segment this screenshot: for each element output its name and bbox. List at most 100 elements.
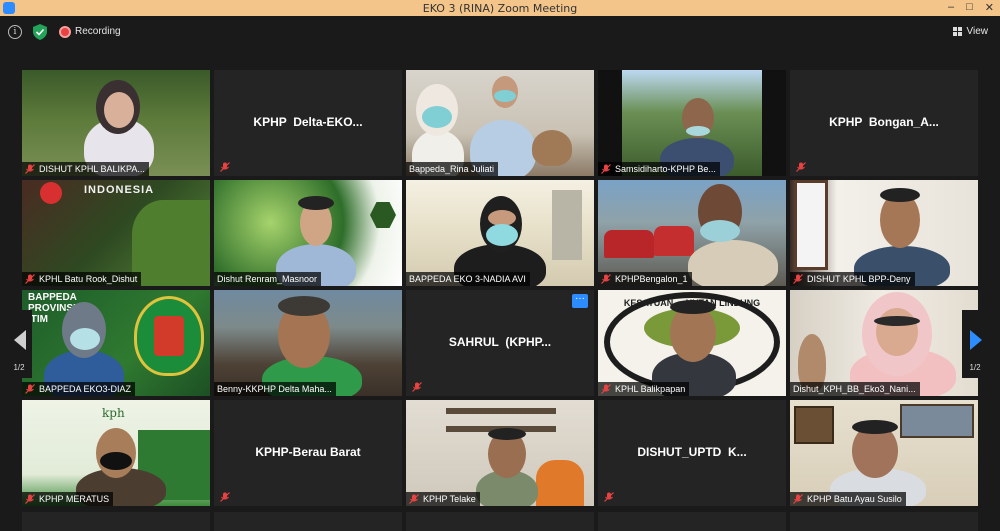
window-title: EKO 3 (RINA) Zoom Meeting [422,1,578,15]
window-titlebar: EKO 3 (RINA) Zoom Meeting – □ ✕ [0,0,1000,16]
mic-muted-icon [25,384,35,394]
view-label: View [966,26,989,37]
chevron-left-icon [14,330,26,350]
participant-tile-active-speaker[interactable]: BAPPEDA EKO 3-NADIA AVI [406,180,594,286]
participant-name: Dishut_KPH_BB_Eko3_Nani... [793,384,916,394]
participant-tile[interactable]: Dishut Renram_Masnoor [214,180,402,286]
participant-nameplate: KPHP MERATUS [22,492,114,506]
participant-name: SAHRUL (KPHP... [448,335,552,349]
participant-video [22,70,210,176]
participant-tile[interactable]: Dishut_KPH_BB_Eko3_Nani... [790,290,978,396]
participant-video [406,180,594,286]
participant-tile[interactable]: Bappeda_Rina Juliati [406,70,594,176]
participant-nameplate: KPHP Batu Ayau Susilo [790,492,906,506]
participant-nameplate: Dishut_KPH_BB_Eko3_Nani... [790,382,920,396]
participant-name: DISHUT KPHL BPP-Deny [807,274,911,284]
participant-name: Benny-KKPHP Delta Maha... [217,384,332,394]
close-icon[interactable]: ✕ [985,1,994,14]
recording-label: Recording [75,26,121,37]
participant-nameplate: DISHUT KPHL BPP-Deny [790,272,915,286]
previous-page-button[interactable]: 1/2 [6,310,32,378]
participant-nameplate: Benny-KKPHP Delta Maha... [214,382,336,396]
participant-tile[interactable]: kph KPHP MERATUS [22,400,210,506]
participant-nameplate: Dishut Renram_Masnoor [214,272,322,286]
meeting-topbar: i Recording View [0,16,1000,48]
participant-name: KPHP-Berau Barat [255,445,361,459]
participant-name: KPHP Telake [423,494,476,504]
overlay-text: kph [102,406,125,420]
next-row-peek [22,512,978,531]
page-indicator: 1/2 [13,363,25,372]
participant-tile[interactable]: DISHUT KPHL BALIKPA... [22,70,210,176]
participant-tile[interactable]: KESATUAN ... HUTAN LINDUNG KPHL Balikpap… [598,290,786,396]
participant-name: Bappeda_Rina Juliati [409,164,495,174]
mic-muted-icon [601,274,611,284]
participant-nameplate: KPHL Balikpapan [598,382,690,396]
participant-nameplate: KPHPBengalon_1 [598,272,692,286]
participant-nameplate: KPHP Telake [406,492,480,506]
mic-muted-icon [412,382,422,392]
info-icon[interactable]: i [8,25,22,39]
mic-muted-icon [601,164,611,174]
participant-nameplate: Bappeda_Rina Juliati [406,162,499,176]
view-button[interactable]: View [952,26,989,37]
participant-tile[interactable]: DISHUT_UPTD K... [598,400,786,506]
participant-tile[interactable]: BAPPEDA PROVINSI .TIM BAPPEDA EKO3-DIAZ [22,290,210,396]
participant-name: BAPPEDA EKO3-DIAZ [39,384,132,394]
maximize-icon[interactable]: □ [966,1,973,14]
participant-video [790,180,978,286]
participant-name: KPHL Balikpapan [615,384,686,394]
participant-tile[interactable]: KPHP-Berau Barat [214,400,402,506]
shield-icon[interactable] [33,24,47,40]
minimize-icon[interactable]: – [948,1,954,14]
participant-video [598,180,786,286]
window-controls: – □ ✕ [948,1,994,14]
mic-muted-icon [793,274,803,284]
participant-video [406,70,594,176]
mic-muted-icon [604,492,614,502]
gallery-grid-icon [952,27,962,36]
next-page-button[interactable]: 1/2 [962,310,988,378]
more-options-button[interactable]: ··· [572,294,588,308]
participant-nameplate: BAPPEDA EKO 3-NADIA AVI [406,272,530,286]
participant-name: DISHUT_UPTD K... [637,445,747,459]
participant-tile[interactable]: KPHP Delta-EKO... [214,70,402,176]
participant-name: Samsidiharto-KPHP Be... [615,164,716,174]
participant-nameplate: Samsidiharto-KPHP Be... [598,162,720,176]
participant-name: KPHP Bongan_A... [829,115,939,129]
participant-name: DISHUT KPHL BALIKPA... [39,164,145,174]
participant-tile[interactable]: KPHP Telake [406,400,594,506]
participant-video: BAPPEDA PROVINSI .TIM [22,290,210,396]
mic-muted-icon [793,494,803,504]
participant-tile[interactable]: DISHUT KPHL BPP-Deny [790,180,978,286]
participant-nameplate: DISHUT KPHL BALIKPA... [22,162,149,176]
participant-name: KPHP MERATUS [39,494,110,504]
participant-tile[interactable]: KPHP Bongan_A... [790,70,978,176]
participant-video [598,70,786,176]
mic-muted-icon [25,494,35,504]
participant-name: KPHL Batu Rook_Dishut [39,274,138,284]
participant-tile[interactable]: KPHP Batu Ayau Susilo [790,400,978,506]
participant-tile[interactable]: SAHRUL (KPHP... ··· [406,290,594,396]
participant-name: KPHP Batu Ayau Susilo [807,494,902,504]
participant-name: KPHPBengalon_1 [615,274,688,284]
page-indicator: 1/2 [969,363,981,372]
participant-video [214,290,402,396]
zoom-app-icon [3,2,15,14]
participant-video [790,400,978,506]
mic-muted-icon [796,162,806,172]
mic-muted-icon [409,494,419,504]
participant-video: INDONESIA [22,180,210,286]
participant-tile[interactable]: Benny-KKPHP Delta Maha... [214,290,402,396]
participant-video: kph [22,400,210,506]
mic-muted-icon [601,384,611,394]
mic-muted-icon [220,162,230,172]
participant-tile[interactable]: INDONESIA KPHL Batu Rook_Dishut [22,180,210,286]
mic-muted-icon [25,274,35,284]
recording-icon [59,26,71,38]
overlay-text: INDONESIA [84,184,155,196]
participant-tile[interactable]: KPHPBengalon_1 [598,180,786,286]
participant-nameplate: KPHL Batu Rook_Dishut [22,272,142,286]
participant-tile[interactable]: Samsidiharto-KPHP Be... [598,70,786,176]
participant-video: KESATUAN ... HUTAN LINDUNG [598,290,786,396]
